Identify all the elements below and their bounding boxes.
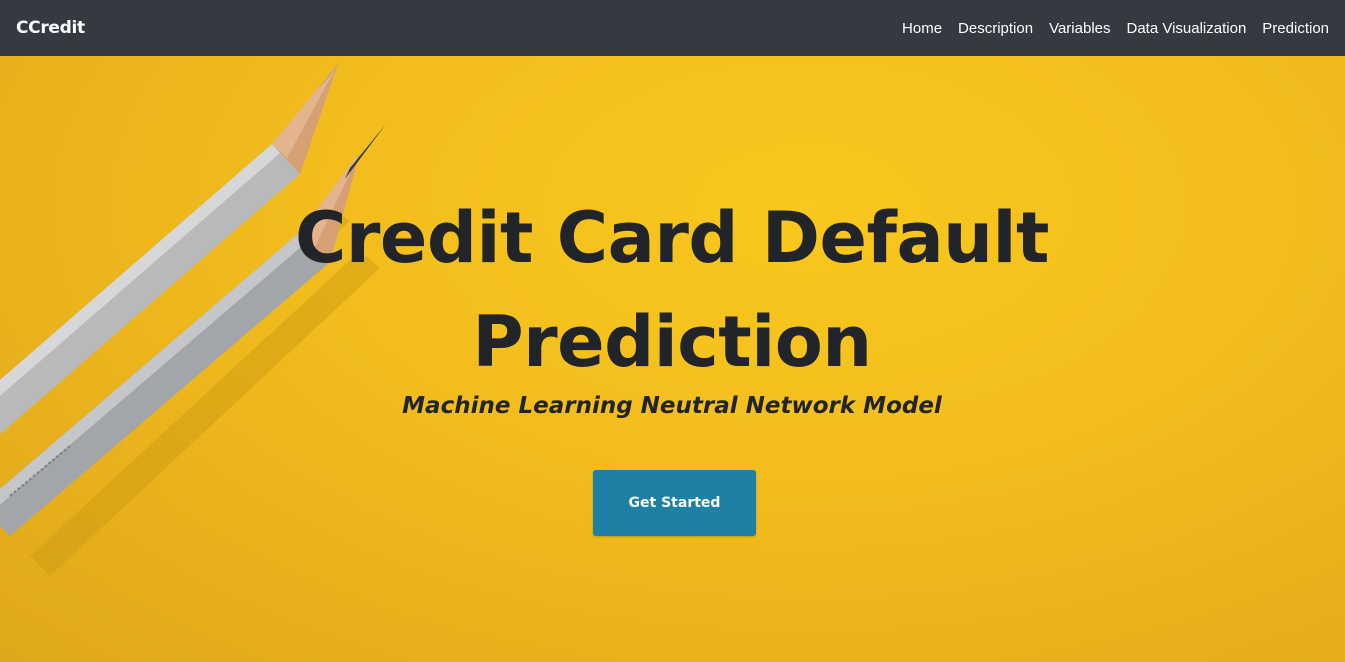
nav-link-home[interactable]: Home (902, 20, 942, 37)
hero-section: Credit Card Default Prediction Machine L… (0, 56, 1345, 662)
nav-link-description[interactable]: Description (958, 20, 1033, 37)
nav-link-prediction[interactable]: Prediction (1262, 20, 1329, 37)
brand-logo[interactable]: CCredit (16, 18, 85, 38)
get-started-button[interactable]: Get Started (593, 470, 756, 536)
hero-content: Credit Card Default Prediction Machine L… (0, 56, 1345, 662)
hero-subtitle: Machine Learning Neutral Network Model (402, 393, 942, 419)
nav-link-variables[interactable]: Variables (1049, 20, 1110, 37)
nav-link-data-visualization[interactable]: Data Visualization (1127, 20, 1247, 37)
hero-title: Credit Card Default Prediction (295, 197, 1049, 383)
nav-links: Home Description Variables Data Visualiz… (886, 20, 1329, 37)
top-navbar: CCredit Home Description Variables Data … (0, 0, 1345, 56)
